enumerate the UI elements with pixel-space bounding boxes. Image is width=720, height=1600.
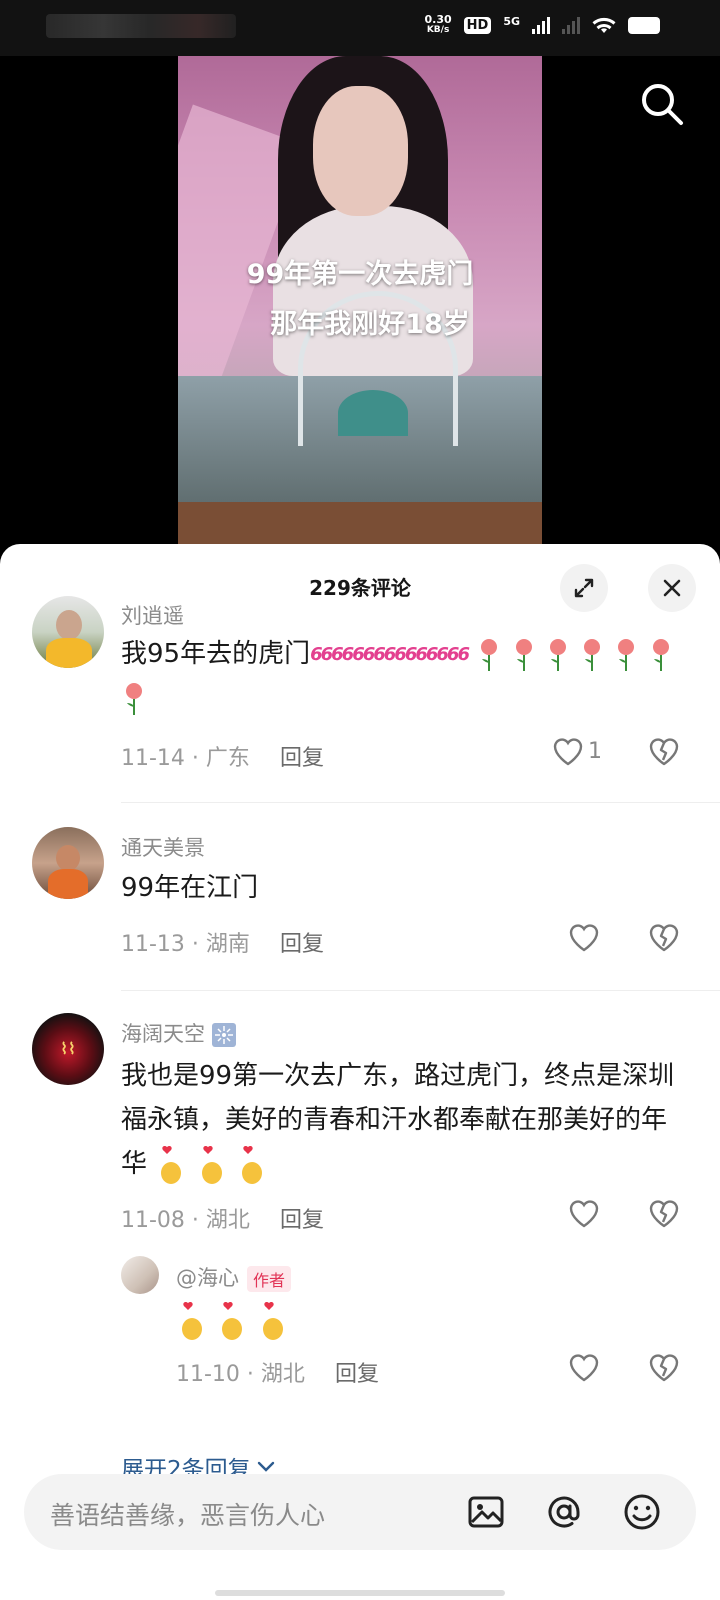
like-count: 1 <box>588 738 602 764</box>
reply-button[interactable]: 回复 <box>335 1362 379 1387</box>
divider <box>121 802 720 803</box>
reply-button[interactable]: 回复 <box>280 932 324 957</box>
status-icons: 0.30 KB/s HD 5G <box>424 13 660 36</box>
hd-icon: HD <box>463 16 492 34</box>
author-badge: 作者 <box>247 1266 292 1292</box>
broken-heart-icon[interactable] <box>648 736 680 766</box>
comment-meta: 11-13 · 湖南 回复 <box>121 932 324 957</box>
fireworks-emoji <box>211 1023 236 1047</box>
signal-icon-2 <box>562 16 580 34</box>
hand-heart-emoji <box>262 1301 283 1340</box>
comment-count-title: 229条评论 <box>309 576 411 600</box>
hand-heart-emoji <box>201 1145 222 1184</box>
heart-icon <box>569 1354 599 1382</box>
emoji-666: 666 <box>310 643 344 665</box>
rose-emoji <box>549 638 566 671</box>
comment-sheet: 229条评论 刘逍遥 我95年去的虎门666666666666666 11-14… <box>0 544 720 1600</box>
search-icon[interactable] <box>638 80 686 128</box>
heart-icon <box>569 1200 599 1228</box>
at-mention-icon[interactable] <box>542 1490 586 1534</box>
broken-heart-icon[interactable] <box>648 1352 680 1382</box>
broken-heart-icon[interactable] <box>648 922 680 952</box>
video-caption-line2: 那年我刚好18岁 <box>270 309 470 340</box>
rose-emoji <box>584 638 601 671</box>
comment-username[interactable]: 刘逍遥 <box>121 600 184 630</box>
battery-icon <box>628 16 660 34</box>
emoji-666: 666 <box>341 643 376 665</box>
comment-text: 我也是99第一次去广东，路过虎门，终点是深圳福永镇，美好的青春和汗水都奉献在那美… <box>121 1054 691 1186</box>
like-button[interactable] <box>568 1198 600 1228</box>
avatar[interactable]: ⌇⌇ <box>32 1013 104 1085</box>
broken-heart-icon[interactable] <box>648 1198 680 1228</box>
avatar[interactable] <box>32 827 104 899</box>
reply-button[interactable]: 回复 <box>280 746 324 771</box>
comment-text: 我95年去的虎门666666666666666 <box>121 632 691 721</box>
like-button[interactable] <box>568 922 600 952</box>
hand-heart-emoji <box>182 1301 202 1340</box>
comment-meta: 11-14 · 广东 回复 <box>121 746 324 771</box>
home-indicator <box>215 1590 505 1596</box>
reply-button[interactable]: 回复 <box>280 1208 324 1233</box>
like-button[interactable]: 1 <box>552 736 602 766</box>
wifi-icon <box>592 17 616 33</box>
hand-heart-emoji <box>241 1145 262 1184</box>
hand-heart-emoji <box>222 1301 243 1340</box>
emoji-666: 666 <box>373 643 407 665</box>
emoji-icon[interactable] <box>620 1490 664 1534</box>
image-icon[interactable] <box>464 1490 508 1534</box>
rose-emoji <box>652 638 669 671</box>
status-left-blurred <box>46 14 236 38</box>
comment-username[interactable]: 海阔天空 <box>121 1018 236 1048</box>
rose-emoji <box>515 638 532 671</box>
hand-heart-emoji <box>161 1145 182 1184</box>
rose-emoji <box>618 638 635 671</box>
video-caption-line1: 99年第一次去虎门 <box>246 259 474 290</box>
comment-meta: 11-08 · 湖北 回复 <box>121 1208 324 1233</box>
heart-icon <box>553 738 583 766</box>
heart-icon <box>569 924 599 952</box>
network-type: 5G <box>503 14 520 28</box>
comment-input-bar[interactable]: 善语结善缘，恶言伤人心 <box>24 1474 696 1550</box>
expand-icon <box>574 578 594 598</box>
status-bar: 0.30 KB/s HD 5G <box>0 0 720 56</box>
video-player[interactable]: 99年第一次去虎门 那年我刚好18岁 <box>0 56 720 546</box>
close-button[interactable] <box>648 564 696 612</box>
avatar[interactable] <box>32 596 104 668</box>
net-speed: 0.30 KB/s <box>424 13 452 35</box>
video-thumbnail <box>178 56 542 546</box>
avatar[interactable] <box>121 1256 159 1294</box>
emoji-666: 666 <box>404 643 439 665</box>
rose-emoji <box>481 638 498 671</box>
comment-input[interactable]: 善语结善缘，恶言伤人心 <box>50 1496 325 1532</box>
divider <box>121 990 720 991</box>
like-button[interactable] <box>568 1352 600 1382</box>
chevron-down-icon <box>257 1461 274 1472</box>
reply-meta: 11-10 · 湖北 回复 <box>176 1362 379 1387</box>
close-icon <box>663 579 681 597</box>
expand-button[interactable] <box>560 564 608 612</box>
signal-icon <box>532 16 550 34</box>
reply-username[interactable]: @海心 作者 <box>176 1262 292 1292</box>
emoji-666: 666 <box>436 643 470 665</box>
rose-emoji <box>126 683 142 715</box>
comment-text: 99年在江门 <box>121 873 259 903</box>
reply-text <box>176 1298 720 1342</box>
comment-username[interactable]: 通天美景 <box>121 832 205 862</box>
